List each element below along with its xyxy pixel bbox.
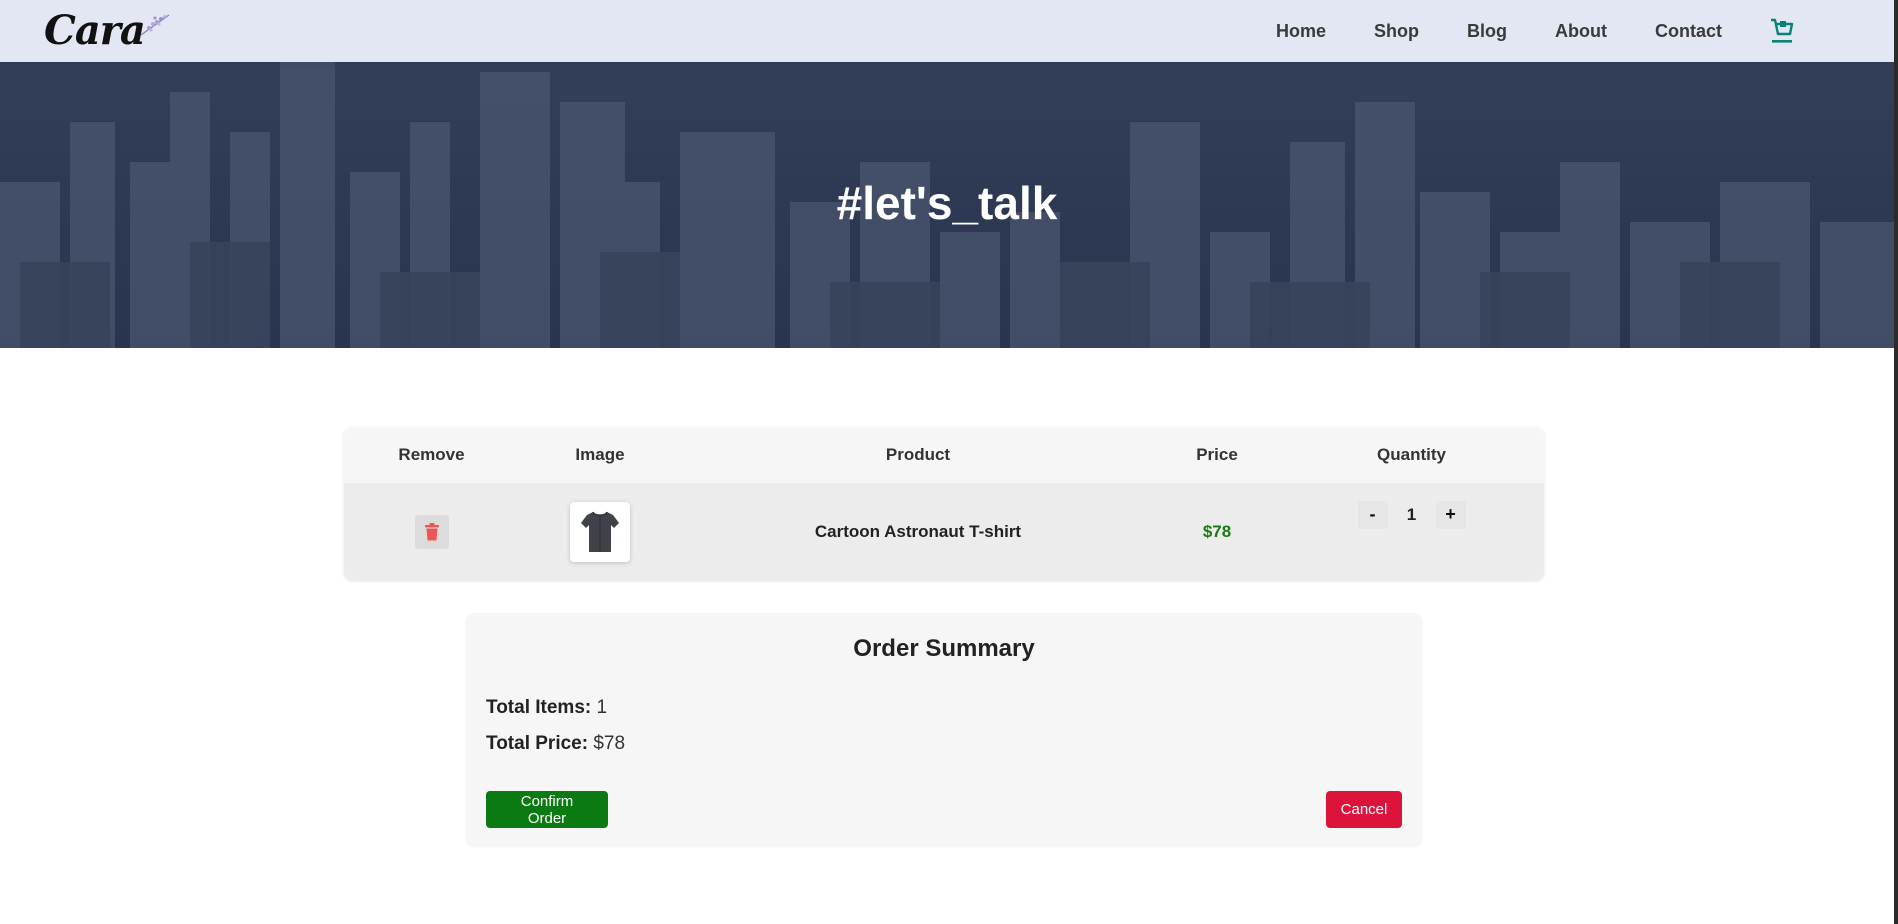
confirm-order-button[interactable]: Confirm Order xyxy=(486,791,608,828)
order-summary-title: Order Summary xyxy=(853,635,1035,662)
order-summary: Order Summary Total Items: 1 Total Price… xyxy=(466,613,1422,846)
total-items-value: 1 xyxy=(596,697,608,718)
total-price-value: $78 xyxy=(593,733,626,754)
trash-icon xyxy=(424,522,439,540)
nav-link-contact[interactable]: Contact xyxy=(1655,21,1722,41)
nav-link-about[interactable]: About xyxy=(1555,21,1607,41)
logo-text: Cara xyxy=(44,7,146,54)
quantity-value: 1 xyxy=(1406,504,1417,524)
total-price: Total Price: $78 xyxy=(486,733,625,755)
cart-table: Remove Image Product Price Quantity Cart… xyxy=(344,427,1544,580)
nav-menu: Home Shop Blog About Contact xyxy=(1276,18,1794,44)
total-items-label: Total Items: xyxy=(486,697,592,718)
total-items: Total Items: 1 xyxy=(486,697,607,719)
total-price-label: Total Price: xyxy=(486,733,589,754)
nav-link-blog[interactable]: Blog xyxy=(1467,21,1507,41)
scrollbar[interactable] xyxy=(1894,0,1898,924)
nav-link-shop[interactable]: Shop xyxy=(1374,21,1419,41)
hero-banner: #let's_talk xyxy=(0,62,1894,348)
quantity-stepper: - 1 + xyxy=(1357,500,1466,529)
table-row: Cartoon Astronaut T-shirt $78 - 1 + xyxy=(344,483,1544,580)
hero-title: #let's_talk xyxy=(836,177,1058,229)
logo[interactable]: Cara xyxy=(44,7,175,55)
header-remove: Remove xyxy=(398,445,465,464)
header-price: Price xyxy=(1196,445,1238,464)
cart-icon xyxy=(1771,18,1794,43)
header-image: Image xyxy=(575,445,625,464)
product-image[interactable] xyxy=(570,501,630,562)
product-price: $78 xyxy=(1202,521,1232,541)
cancel-button[interactable]: Cancel xyxy=(1326,791,1402,828)
increment-button[interactable]: + xyxy=(1435,500,1466,529)
navbar: Cara Home Shop Blog About Contact xyxy=(0,0,1894,62)
cart-link[interactable] xyxy=(1770,18,1794,44)
header-product: Product xyxy=(885,445,951,464)
remove-item-button[interactable] xyxy=(414,514,449,549)
nav-link-home[interactable]: Home xyxy=(1276,21,1326,41)
decrement-button[interactable]: - xyxy=(1357,500,1388,529)
product-name[interactable]: Cartoon Astronaut T-shirt xyxy=(815,522,1021,542)
table-header: Remove Image Product Price Quantity xyxy=(344,427,1544,483)
lavender-sprig-icon xyxy=(140,14,170,36)
header-quantity: Quantity xyxy=(1377,445,1446,464)
tshirt-icon xyxy=(581,511,619,552)
